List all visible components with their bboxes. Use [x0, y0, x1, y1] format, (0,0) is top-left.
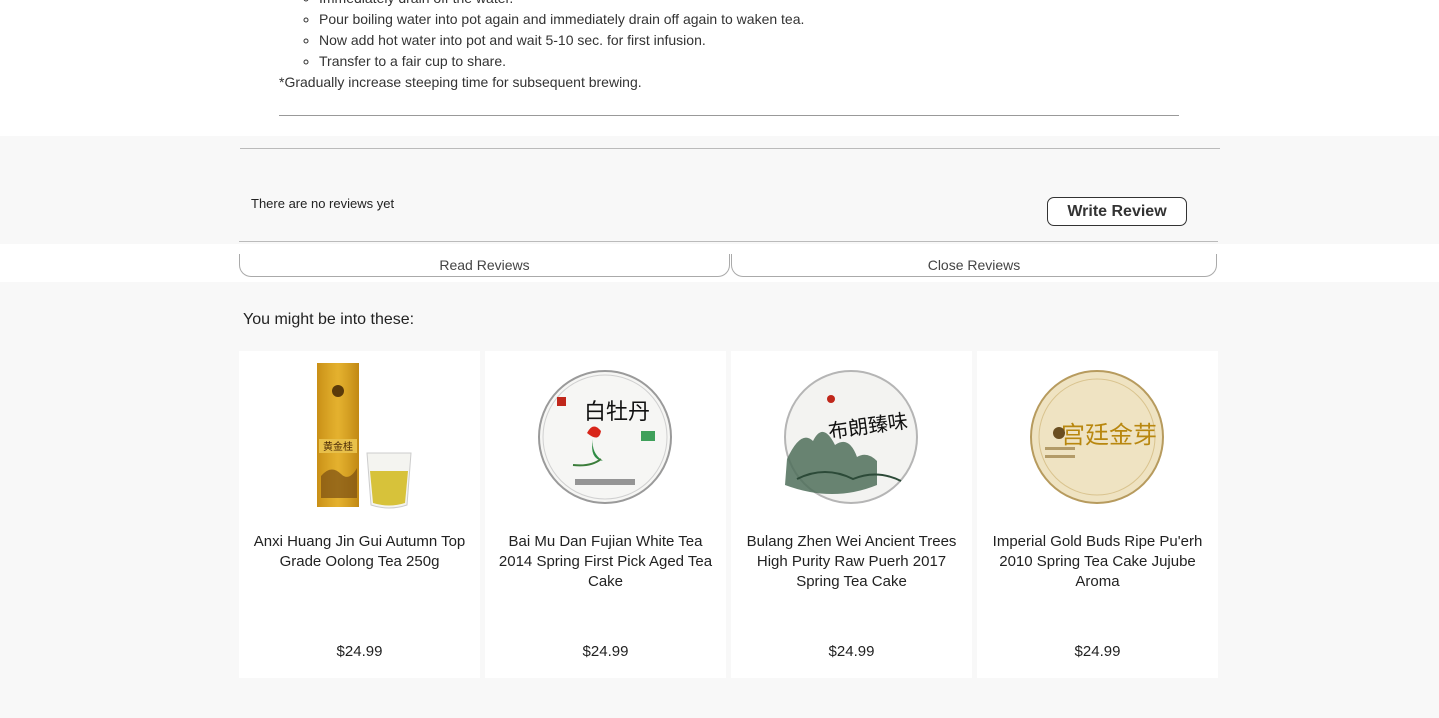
product-card[interactable]: 黄金桂 Anxi Huang Jin Gui Autumn Top Grade … — [239, 351, 480, 678]
divider — [279, 115, 1179, 116]
brewing-step: Pour boiling water into pot again and im… — [319, 9, 1179, 30]
product-image-puerh-cake[interactable]: 布朗臻味 — [751, 361, 951, 511]
svg-text:黄金桂: 黄金桂 — [323, 440, 353, 453]
product-name[interactable]: Bulang Zhen Wei Ancient Trees High Purit… — [741, 532, 962, 592]
product-card[interactable]: 宫廷金芽 Imperial Gold Buds Ripe Pu'erh 2010… — [977, 351, 1218, 678]
brewing-note: *Gradually increase steeping time for su… — [279, 74, 642, 90]
brewing-step: Immediately drain off the water. — [319, 0, 1179, 9]
product-card[interactable]: 白牡丹 Bai Mu Dan Fujian White Tea 2014 Spr… — [485, 351, 726, 678]
product-image-oolong[interactable]: 黄金桂 — [259, 361, 459, 511]
write-review-button[interactable]: Write Review — [1047, 197, 1187, 226]
read-reviews-tab[interactable]: Read Reviews — [239, 254, 730, 277]
divider — [240, 148, 1220, 149]
recommendations-title: You might be into these: — [243, 311, 415, 328]
product-image-ripe-puerh-cake[interactable]: 宫廷金芽 — [997, 361, 1197, 511]
no-reviews-text: There are no reviews yet — [251, 196, 395, 211]
product-price: $24.99 — [1074, 643, 1121, 660]
close-reviews-tab[interactable]: Close Reviews — [731, 254, 1217, 277]
svg-text:宫廷金芽: 宫廷金芽 — [1061, 422, 1157, 449]
brewing-step: Transfer to a fair cup to share. — [319, 51, 1179, 72]
brewing-step: Now add hot water into pot and wait 5-10… — [319, 30, 1179, 51]
product-price: $24.99 — [582, 643, 629, 660]
product-price: $24.99 — [828, 643, 875, 660]
product-name[interactable]: Imperial Gold Buds Ripe Pu'erh 2010 Spri… — [987, 532, 1208, 592]
brewing-instructions-section: Immediately drain off the water. Pour bo… — [0, 0, 1439, 136]
product-image-white-tea-cake[interactable]: 白牡丹 — [505, 361, 705, 511]
svg-text:白牡丹: 白牡丹 — [584, 399, 650, 424]
reviews-section: There are no reviews yet Write Review Re… — [0, 136, 1439, 286]
product-name[interactable]: Bai Mu Dan Fujian White Tea 2014 Spring … — [495, 532, 716, 592]
brewing-steps-list: Immediately drain off the water. Pour bo… — [279, 0, 1179, 72]
brewing-instructions: Immediately drain off the water. Pour bo… — [279, 0, 1179, 93]
product-name[interactable]: Anxi Huang Jin Gui Autumn Top Grade Oolo… — [249, 532, 470, 572]
divider — [239, 241, 1218, 242]
product-card[interactable]: 布朗臻味 Bulang Zhen Wei Ancient Trees High … — [731, 351, 972, 678]
product-price: $24.99 — [336, 643, 383, 660]
